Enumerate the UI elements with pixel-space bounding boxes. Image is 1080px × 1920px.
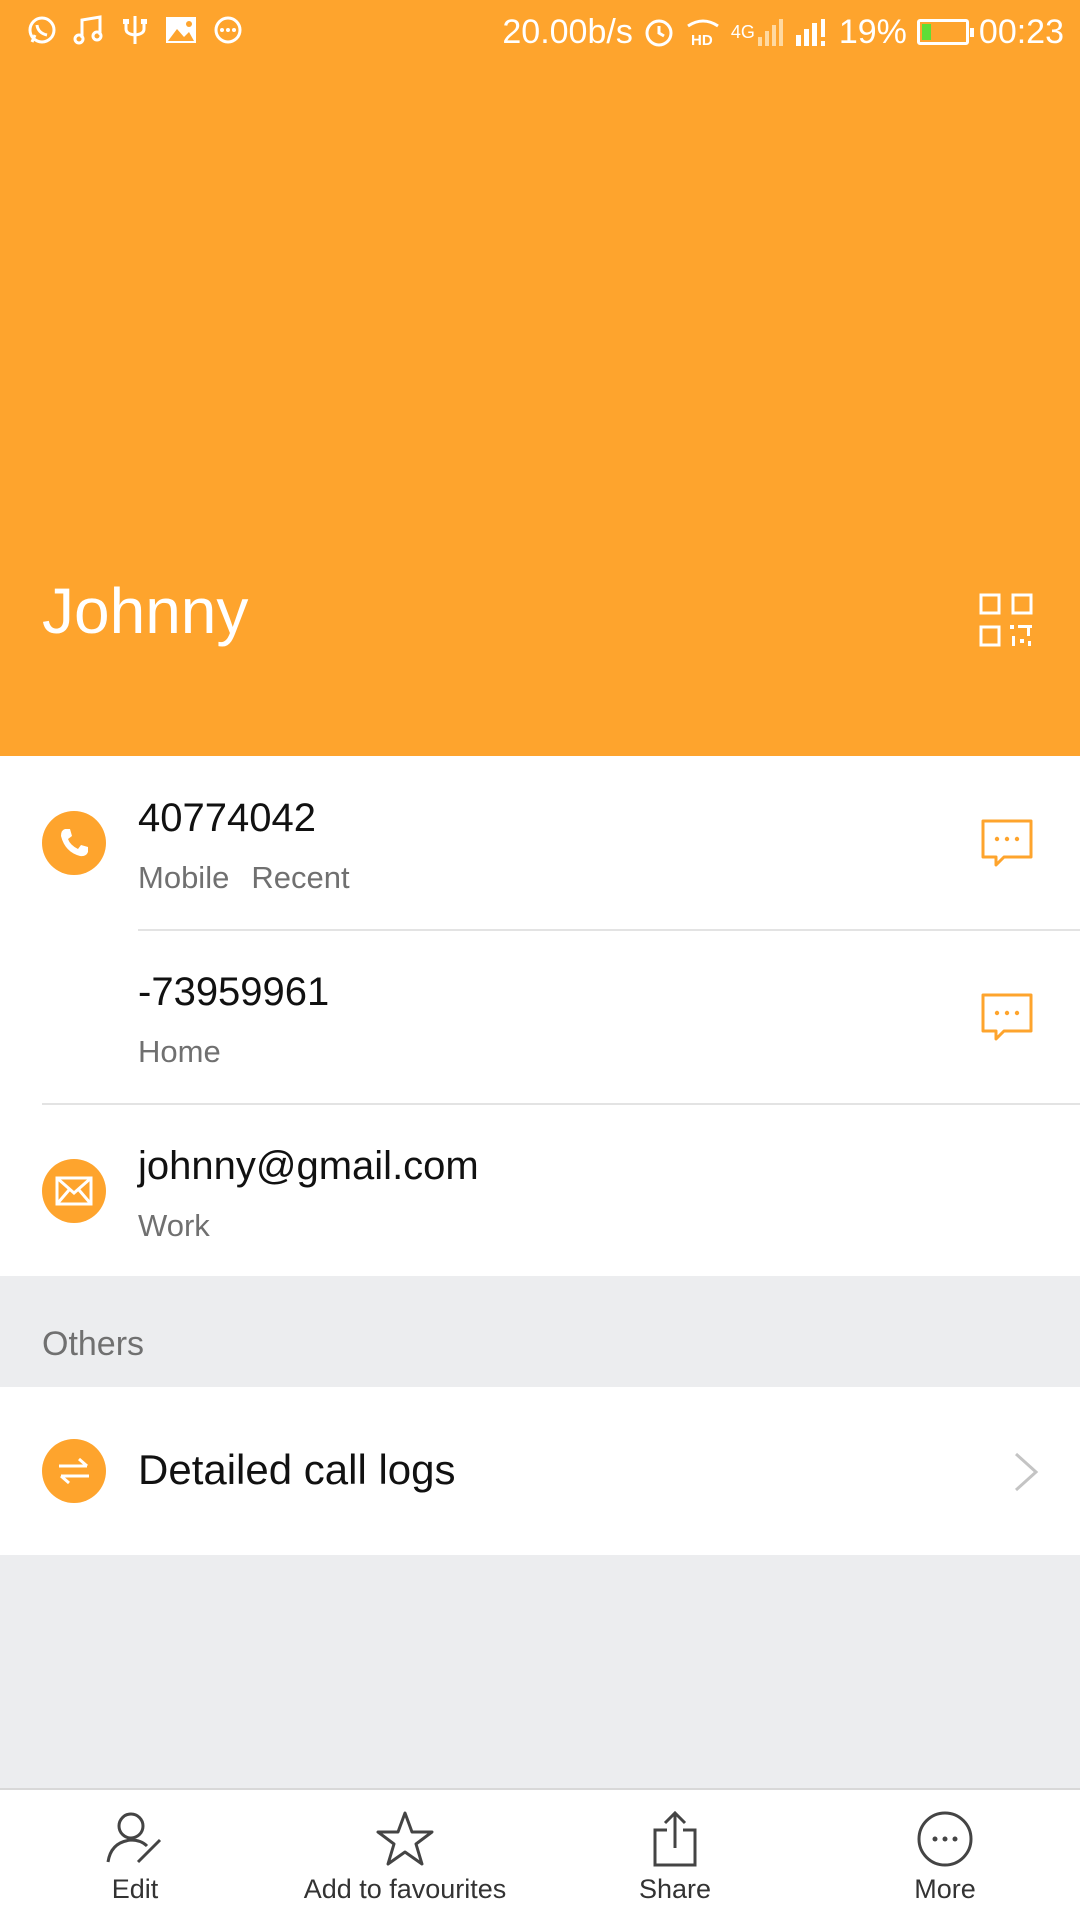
image-icon [166, 17, 196, 43]
phone-meta: Mobile Recent [138, 858, 350, 898]
phone-meta: Home [138, 1032, 221, 1072]
phone-badge [42, 811, 106, 875]
battery-level [921, 24, 931, 40]
hd-call-icon: HD [686, 19, 719, 48]
bottom-toolbar: Edit Add to favourites Share More [0, 1788, 1080, 1920]
message-icon[interactable] [980, 992, 1034, 1044]
music-icon [73, 15, 103, 45]
share-label: Share [638, 1874, 712, 1904]
signal-strength-icon-2 [795, 19, 825, 46]
detailed-call-logs-row[interactable]: Detailed call logs [0, 1387, 1080, 1555]
notification-icons [26, 14, 244, 46]
usb-icon [123, 16, 147, 44]
share-button[interactable]: Share [540, 1790, 810, 1920]
recent-tag: Recent [251, 860, 350, 895]
more-icon [917, 1811, 973, 1867]
svg-text:HD: HD [691, 32, 713, 48]
email-address: johnny@gmail.com [138, 1144, 479, 1188]
edit-label: Edit [111, 1874, 159, 1904]
star-icon [376, 1811, 434, 1866]
more-button[interactable]: More [810, 1790, 1080, 1920]
system-status: 20.00b/s HD 4G 19% 00:23 [502, 12, 1064, 52]
edit-button[interactable]: Edit [0, 1790, 270, 1920]
email-type-label: Work [138, 1208, 210, 1243]
email-meta: Work [138, 1206, 210, 1246]
swap-arrows-icon [59, 1457, 89, 1485]
phone-type-label: Home [138, 1034, 221, 1069]
battery-percent: 19% [838, 13, 907, 51]
network-speed: 20.00b/s [502, 13, 633, 51]
mail-icon [55, 1176, 93, 1206]
phone-row-mobile[interactable]: 40774042 Mobile Recent [0, 756, 1080, 930]
favourite-label: Add to favourites [303, 1874, 507, 1904]
contact-header: 20.00b/s HD 4G 19% 00:23 Johnny [0, 0, 1080, 756]
phone-number: 40774042 [138, 796, 316, 840]
qr-code-icon[interactable] [978, 592, 1034, 648]
contact-details-card: 40774042 Mobile Recent -73959961 Home jo… [0, 756, 1080, 1276]
email-row[interactable]: johnny@gmail.com Work [0, 1104, 1080, 1278]
status-bar: 20.00b/s HD 4G 19% 00:23 [0, 0, 1080, 64]
others-section-title: Others [42, 1325, 145, 1363]
more-notifications-icon [214, 16, 242, 44]
phone-row-home[interactable]: -73959961 Home [0, 930, 1080, 1104]
add-to-favourites-button[interactable]: Add to favourites [270, 1790, 540, 1920]
phone-number: -73959961 [138, 970, 330, 1014]
call-logs-label: Detailed call logs [138, 1446, 456, 1493]
share-icon [653, 1810, 697, 1867]
battery-icon [916, 19, 974, 45]
chevron-right-icon [1014, 1452, 1039, 1492]
whatsapp-icon [28, 16, 56, 44]
signal-strength-icon-1 [757, 19, 783, 46]
email-badge [42, 1159, 106, 1223]
contact-name: Johnny [42, 575, 249, 647]
message-icon[interactable] [980, 818, 1034, 870]
edit-contact-icon [106, 1812, 162, 1864]
alarm-icon [645, 19, 673, 47]
call-logs-badge [42, 1439, 106, 1503]
phone-type-label: Mobile [138, 860, 230, 895]
more-label: More [914, 1874, 976, 1904]
clock: 00:23 [978, 13, 1064, 51]
network-4g-label: 4G [730, 22, 755, 42]
phone-icon [61, 829, 88, 857]
